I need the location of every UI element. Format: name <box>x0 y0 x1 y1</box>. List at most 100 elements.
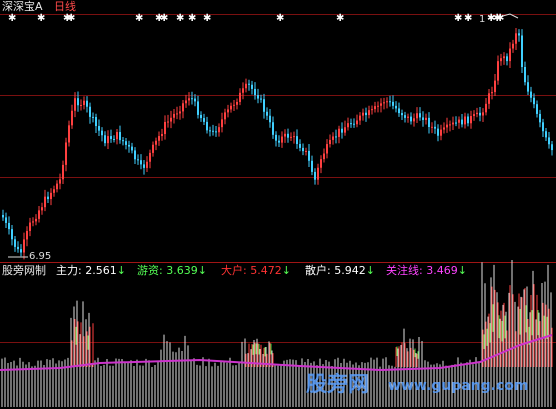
watermark-cn: 股旁网 <box>306 372 369 396</box>
down-arrow-icon: ↓ <box>197 264 207 277</box>
candle-body <box>437 128 439 136</box>
candle-body <box>257 95 259 99</box>
kline-chart: ✱ ✱ ✱✱ ✱ ✱✱ ✱ ✱ ✱ ✱ ✱ ✱ ✱ ✱✱✱ <box>0 13 553 407</box>
legend-value: 5.472 <box>250 264 282 277</box>
candle-body <box>341 128 343 133</box>
candle-body <box>254 88 256 96</box>
legend-value: 3.469 <box>426 264 458 277</box>
candle-body <box>224 112 226 120</box>
candle-body <box>410 116 412 122</box>
candle-body <box>95 117 97 127</box>
candle-body <box>548 137 550 145</box>
candle-body <box>251 84 253 89</box>
candle-body <box>101 130 103 136</box>
candle-body <box>368 110 370 116</box>
candle-body <box>359 115 361 121</box>
candle-body <box>197 101 199 115</box>
candle-body <box>41 207 43 211</box>
candle-body <box>317 167 319 180</box>
candle-body <box>206 121 208 131</box>
candle-body <box>245 83 247 89</box>
candle-body <box>209 130 211 132</box>
candle-body <box>467 116 469 124</box>
marker-label: 1 <box>479 14 486 25</box>
candle-body <box>44 196 46 208</box>
candle-body <box>77 98 79 106</box>
candle-body <box>356 120 358 125</box>
candle-body <box>545 131 547 138</box>
candle-body <box>182 103 184 112</box>
candle-body <box>269 115 271 123</box>
candle-body <box>149 152 151 162</box>
candle-body <box>374 106 376 110</box>
candle-body <box>293 136 295 138</box>
candle-body <box>71 110 73 126</box>
candle-body <box>314 171 316 180</box>
candle-body <box>110 136 112 139</box>
candle-body <box>476 112 478 115</box>
indicator-name: 股旁网制 <box>2 264 46 277</box>
candle-body <box>188 98 190 101</box>
candle-body <box>131 146 133 151</box>
candle-body <box>347 123 349 128</box>
star-signal-icon: ✱ <box>67 13 75 24</box>
candle-body <box>248 83 250 85</box>
legend-value: 2.561 <box>85 264 117 277</box>
candle-body <box>530 91 532 98</box>
candle-body <box>377 105 379 107</box>
candle-body <box>320 159 322 168</box>
candle-body <box>203 118 205 122</box>
candle-body <box>308 150 310 161</box>
candle-body <box>107 136 109 144</box>
candle-body <box>416 113 418 119</box>
star-signal-icon: ✱ <box>454 13 462 24</box>
candle-body <box>38 210 40 219</box>
candle-body <box>53 189 55 193</box>
candle-body <box>137 159 139 161</box>
candle-body <box>446 124 448 128</box>
candle-body <box>8 222 10 230</box>
candle-body <box>479 112 481 116</box>
star-signal-icon: ✱ <box>464 13 472 24</box>
candle-body <box>536 104 538 114</box>
candle-body <box>401 113 403 116</box>
watermark-url: www.gupang.com <box>388 378 529 394</box>
candle-body <box>2 215 4 218</box>
candle-body <box>389 101 391 103</box>
candle-body <box>167 121 169 123</box>
candle-body <box>98 126 100 131</box>
candle-body <box>509 48 511 62</box>
candle-body <box>134 150 136 160</box>
legend-label: 游资: <box>137 264 163 277</box>
candle-body <box>233 104 235 106</box>
candle-body <box>23 239 25 253</box>
down-arrow-icon: ↓ <box>365 264 375 277</box>
candle-body <box>146 161 148 168</box>
candle-body <box>29 222 31 231</box>
candle-body <box>230 105 232 110</box>
candle-body <box>332 136 334 140</box>
candle-body <box>74 98 76 111</box>
candle-body <box>242 88 244 93</box>
candle-body <box>194 98 196 102</box>
candle-body <box>506 56 508 62</box>
candle-body <box>173 113 175 118</box>
candle-body <box>158 136 160 141</box>
low-price-label: 6.95 <box>29 251 52 262</box>
candle-body <box>500 58 502 62</box>
candle-body <box>62 164 64 180</box>
candle-body <box>404 115 406 118</box>
candle-body <box>128 144 130 147</box>
candle-body <box>236 101 238 105</box>
candle-body <box>161 134 163 137</box>
candle-body <box>296 136 298 145</box>
candle-body <box>422 117 424 120</box>
star-signal-icon: ✱ <box>496 13 504 24</box>
candle-body <box>443 127 445 130</box>
candle-body <box>170 117 172 122</box>
candle-body <box>353 123 355 125</box>
legend-watch-line: 关注线: 3.469↓ <box>386 264 467 277</box>
candle-body <box>470 116 472 124</box>
candle-body <box>215 131 217 133</box>
candle-body <box>365 112 367 116</box>
